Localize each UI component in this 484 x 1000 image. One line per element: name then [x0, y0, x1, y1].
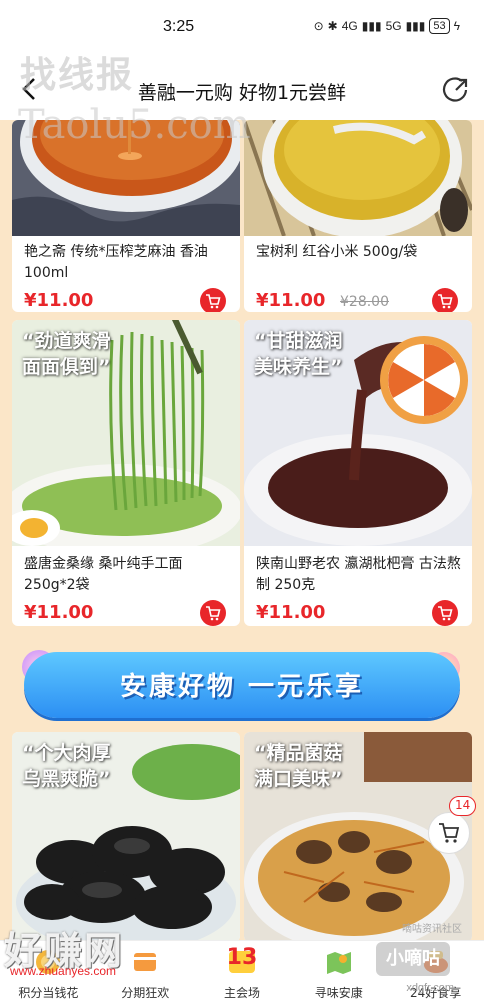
product-price: ¥11.00: [24, 290, 94, 311]
product-slogan: “个大肉厚 乌黑爽脆”: [22, 742, 111, 790]
add-to-cart-button[interactable]: [432, 288, 458, 312]
page-title: 善融一元购 好物1元尝鲜: [137, 82, 347, 104]
add-to-cart-button[interactable]: [200, 288, 226, 312]
tab-label: 24好食享: [409, 986, 462, 1000]
main-venue-badge: 13: [226, 945, 258, 970]
battery-indicator: 53: [429, 18, 450, 34]
tab-installment[interactable]: 分期狂欢: [97, 941, 194, 1000]
product-title: 宝树利 红谷小米 500g/袋: [256, 244, 418, 260]
tab-taste-ankang[interactable]: 寻味安康: [290, 941, 387, 1000]
map-icon: [326, 952, 351, 974]
status-bar: 3:25 ⊙ ✱ 4G ▮▮▮ 5G ▮▮▮ 53 ϟ: [0, 0, 484, 60]
product-card[interactable]: “个大肉厚 乌黑爽脆”: [12, 732, 240, 942]
cart-icon: [206, 606, 221, 621]
charging-icon: ϟ: [453, 19, 460, 33]
product-price: ¥11.00: [24, 602, 94, 623]
cart-count-badge: 14: [449, 796, 477, 816]
cart-icon: [438, 606, 453, 621]
product-card[interactable]: “甘甜滋润 美味养生” 陕南山野老农 瀛湖枇杷膏 古法熬制 250克 ¥11.0…: [244, 320, 472, 626]
floating-cart-button[interactable]: [428, 812, 470, 854]
section-banner: 安康好物 一元乐享: [24, 652, 460, 718]
status-time: 3:25: [163, 18, 195, 35]
tab-label: 积分当钱花: [18, 986, 79, 1000]
product-slogan: “劲道爽滑 面面俱到”: [22, 330, 111, 378]
product-card[interactable]: 艳之斋 传统*压榨芝麻油 香油100ml ¥11.00: [12, 120, 240, 312]
product-title: 艳之斋 传统*压榨芝麻油 香油100ml: [24, 244, 208, 281]
tab-main-venue[interactable]: 13 主会场: [194, 941, 291, 1000]
cart-icon: [439, 823, 460, 843]
product-title: 陕南山野老农 瀛湖枇杷膏 古法熬制 250克: [256, 556, 461, 593]
product-price: ¥11.00: [256, 602, 326, 623]
signal-bars-icon: ▮▮▮: [405, 19, 426, 33]
product-image: [244, 120, 472, 236]
product-slogan: “甘甜滋润 美味养生”: [254, 330, 343, 378]
tab-points[interactable]: 积分当钱花: [0, 941, 97, 1000]
tab-label: 寻味安康: [314, 986, 363, 1000]
cart-icon: [438, 294, 453, 309]
installment-icon: [134, 953, 157, 971]
signal-bars-icon: ▮▮▮: [361, 19, 382, 33]
tab-label: 分期狂欢: [121, 986, 170, 1000]
share-icon[interactable]: [442, 76, 470, 104]
alarm-icon: ⊙: [313, 19, 324, 33]
nav-bar: 善融一元购 好物1元尝鲜: [0, 60, 484, 120]
bottom-nav: 积分当钱花 分期狂欢 13 主会场 寻味安康 24好食享: [0, 940, 484, 1000]
tab-label: 主会场: [223, 986, 260, 1000]
banner-title: 安康好物 一元乐享: [119, 672, 365, 702]
signal-5g: 5G: [385, 19, 402, 33]
product-title: 盛唐金桑缘 桑叶纯手工面 250g*2袋: [24, 556, 183, 593]
add-to-cart-button[interactable]: [200, 600, 226, 626]
food-icon: [423, 951, 448, 973]
cart-icon: [206, 294, 221, 309]
tab-good-food[interactable]: 24好食享: [387, 941, 484, 1000]
add-to-cart-button[interactable]: [432, 600, 458, 626]
points-icon: [36, 950, 61, 974]
product-price: ¥11.00: [256, 290, 326, 311]
product-original-price: ¥28.00: [340, 294, 389, 310]
product-slogan: “精品菌菇 满口美味”: [254, 742, 343, 790]
product-image: [12, 120, 240, 236]
status-icons: ⊙ ✱ 4G ▮▮▮ 5G ▮▮▮ 53 ϟ: [314, 18, 460, 34]
signal-4g: 4G: [341, 19, 358, 33]
bluetooth-icon: ✱: [327, 19, 338, 33]
product-card[interactable]: 宝树利 红谷小米 500g/袋 ¥11.00 ¥28.00: [244, 120, 472, 312]
product-card[interactable]: “劲道爽滑 面面俱到” 盛唐金桑缘 桑叶纯手工面 250g*2袋 ¥11.00: [12, 320, 240, 626]
